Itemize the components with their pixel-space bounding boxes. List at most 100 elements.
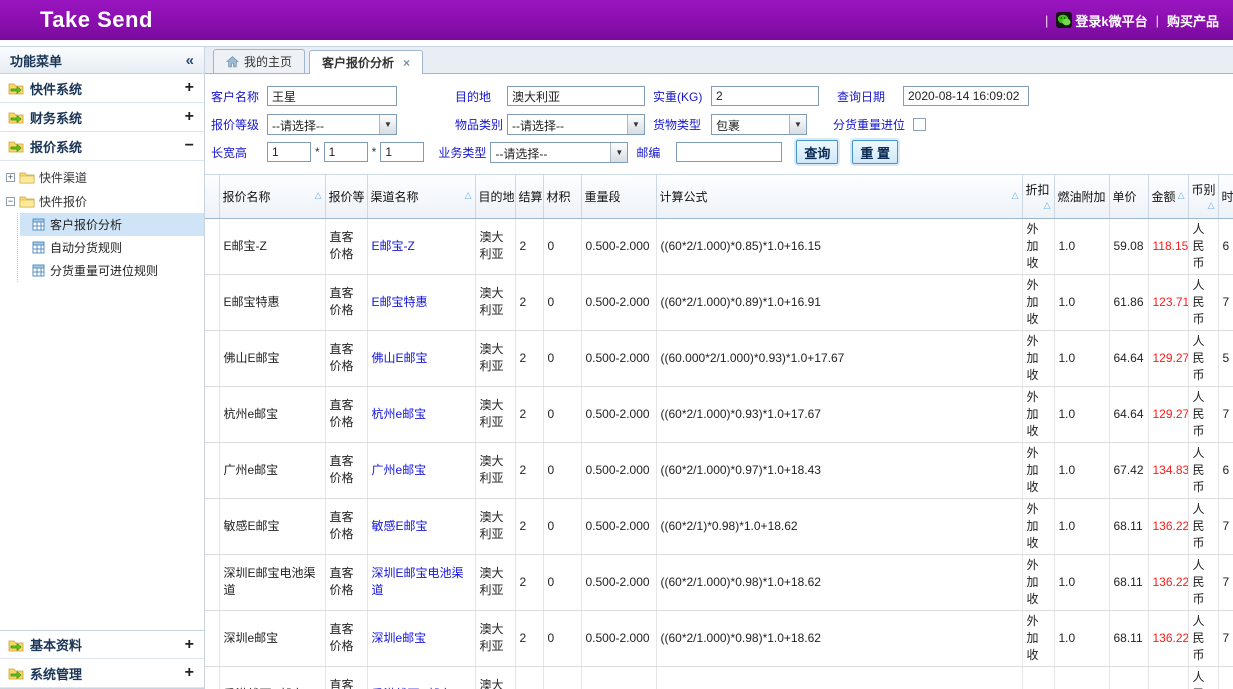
tab-my-home[interactable]: 我的主页 [213,49,305,73]
cell-volume: 0 [543,442,581,498]
sidebar-item-basic-data[interactable]: 基本资料 + [0,630,204,659]
cell-grade: 直客价格 [325,666,367,689]
column-header-channel[interactable]: 渠道名称△ [367,175,475,218]
cell-formula: ((60*2/1.000)*0.85)*1.0+16.15 [656,218,1022,274]
column-header-discount[interactable]: 折扣△ [1022,175,1054,218]
expand-plus-icon[interactable]: + [185,79,194,97]
cell-currency: 人民币 [1188,442,1218,498]
actual-weight-input[interactable] [711,86,819,106]
sidebar-item-quote-system[interactable]: 报价系统 − [0,132,204,161]
cell-dest: 澳大利亚 [475,386,515,442]
collapse-sidebar-icon[interactable]: « [186,52,194,69]
cell-discount: 外加收 [1022,330,1054,386]
cell-volume: 0 [543,386,581,442]
sidebar-item-system-management[interactable]: 系统管理 + [0,659,204,688]
cargo-type-select[interactable]: 包裹 ▼ [711,114,807,135]
query-date-input[interactable] [903,86,1029,106]
cell-channel: 广州e邮宝 [367,442,475,498]
sort-asc-icon[interactable]: △ [1012,190,1019,201]
channel-link[interactable]: 杭州e邮宝 [372,407,427,421]
cell-discount: 1.02 [1022,666,1054,689]
table-row[interactable]: 敏感E邮宝直客价格敏感E邮宝澳大利亚200.500-2.000((60*2/1)… [205,498,1233,554]
amount-value: 123.71 [1153,295,1189,309]
cell-name: 香港线下E邮宝 [219,666,325,689]
sort-asc-icon[interactable]: △ [465,190,472,201]
sidebar-item-customer-quote-analysis[interactable]: 客户报价分析 [20,213,204,236]
tree-expand-icon[interactable]: + [6,173,15,182]
cell-indicator [205,554,219,610]
close-tab-icon[interactable]: × [403,56,410,70]
column-header-amount[interactable]: 金额△ [1148,175,1188,218]
column-header-currency[interactable]: 币别△ [1188,175,1218,218]
business-type-select[interactable]: --请选择-- ▼ [490,142,628,163]
collapse-minus-icon[interactable]: − [185,137,194,155]
table-row[interactable]: 杭州e邮宝直客价格杭州e邮宝澳大利亚200.500-2.000((60*2/1.… [205,386,1233,442]
column-header-formula[interactable]: 计算公式△ [656,175,1022,218]
customer-name-input[interactable] [267,86,397,106]
cell-dest: 澳大利亚 [475,218,515,274]
quote-grade-select[interactable]: --请选择-- ▼ [267,114,397,135]
height-input[interactable] [380,142,424,162]
zip-code-input[interactable] [676,142,782,162]
cell-formula: ((60*2/1.000)*0.98)*1.0+18.62 [656,554,1022,610]
channel-link[interactable]: 深圳e邮宝 [372,631,427,645]
sidebar-item-finance-system[interactable]: 财务系统 + [0,103,204,132]
table-row[interactable]: 香港线下E邮宝直客价格香港线下E邮宝澳大利亚200.501-2.000((59.… [205,666,1233,689]
table-row[interactable]: 深圳E邮宝电池渠道直客价格深圳E邮宝电池渠道澳大利亚200.500-2.000(… [205,554,1233,610]
cell-amount: 129.27 [1148,386,1188,442]
channel-link[interactable]: E邮宝特惠 [372,295,428,309]
search-button[interactable]: 查询 [796,140,838,164]
reset-button[interactable]: 重 置 [852,140,898,164]
tab-customer-quote-analysis[interactable]: 客户报价分析 × [309,50,423,74]
select-value: --请选择-- [508,115,627,134]
cell-eta: 7 [1218,386,1233,442]
sidebar-item-auto-split-rules[interactable]: 自动分货规则 [20,236,204,259]
width-input[interactable] [324,142,368,162]
channel-link[interactable]: 广州e邮宝 [372,463,427,477]
cell-settle: 2 [515,666,543,689]
cell-currency: 人民币 [1188,218,1218,274]
table-row[interactable]: 深圳e邮宝直客价格深圳e邮宝澳大利亚200.500-2.000((60*2/1.… [205,610,1233,666]
multiply-separator: * [315,145,320,159]
login-kwei-link[interactable]: 登录k微平台 [1056,11,1147,30]
module-folder-icon [8,80,24,96]
cell-channel: 敏感E邮宝 [367,498,475,554]
column-header-name[interactable]: 报价名称△ [219,175,325,218]
tree-node-express-channel[interactable]: + 快件渠道 [6,165,204,189]
sidebar-item-split-weight-carry-rules[interactable]: 分货重量可进位规则 [20,259,204,282]
buy-product-link[interactable]: 购买产品 [1167,11,1219,30]
channel-link[interactable]: E邮宝-Z [372,239,415,253]
expand-plus-icon[interactable]: + [185,108,194,126]
cell-amount: 118.15 [1148,218,1188,274]
cell-range: 0.500-2.000 [581,442,656,498]
sort-asc-icon[interactable]: △ [1044,200,1051,211]
tree-node-express-quote[interactable]: − 快件报价 [6,189,204,213]
cell-grade: 直客价格 [325,330,367,386]
sort-asc-icon[interactable]: △ [1208,200,1215,211]
channel-link[interactable]: 佛山E邮宝 [372,351,428,365]
channel-link[interactable]: 敏感E邮宝 [372,519,428,533]
expand-plus-icon[interactable]: + [185,664,194,682]
column-header-dest: 目的地 [475,175,515,218]
cell-currency: 人民币 [1188,554,1218,610]
sidebar-item-express-system[interactable]: 快件系统 + [0,74,204,103]
cell-price: 67.42 [1109,442,1148,498]
channel-link[interactable]: 深圳E邮宝电池渠道 [372,566,464,597]
tree-collapse-icon[interactable]: − [6,197,15,206]
amount-value: 136.22 [1153,575,1189,589]
table-row[interactable]: 广州e邮宝直客价格广州e邮宝澳大利亚200.500-2.000((60*2/1.… [205,442,1233,498]
expand-plus-icon[interactable]: + [185,636,194,654]
cell-eta: 6 [1218,218,1233,274]
multiply-separator: * [372,145,377,159]
destination-input[interactable] [507,86,645,106]
split-weight-carry-checkbox[interactable] [913,118,926,131]
app-logo: Take Send [40,7,153,33]
sort-asc-icon[interactable]: △ [1178,190,1185,201]
sort-asc-icon[interactable]: △ [315,190,322,201]
item-category-select[interactable]: --请选择-- ▼ [507,114,645,135]
sidebar-item-label: 基本资料 [30,635,82,654]
length-input[interactable] [267,142,311,162]
table-row[interactable]: E邮宝-Z直客价格E邮宝-Z澳大利亚200.500-2.000((60*2/1.… [205,218,1233,274]
table-row[interactable]: E邮宝特惠直客价格E邮宝特惠澳大利亚200.500-2.000((60*2/1.… [205,274,1233,330]
table-row[interactable]: 佛山E邮宝直客价格佛山E邮宝澳大利亚200.500-2.000((60.000*… [205,330,1233,386]
